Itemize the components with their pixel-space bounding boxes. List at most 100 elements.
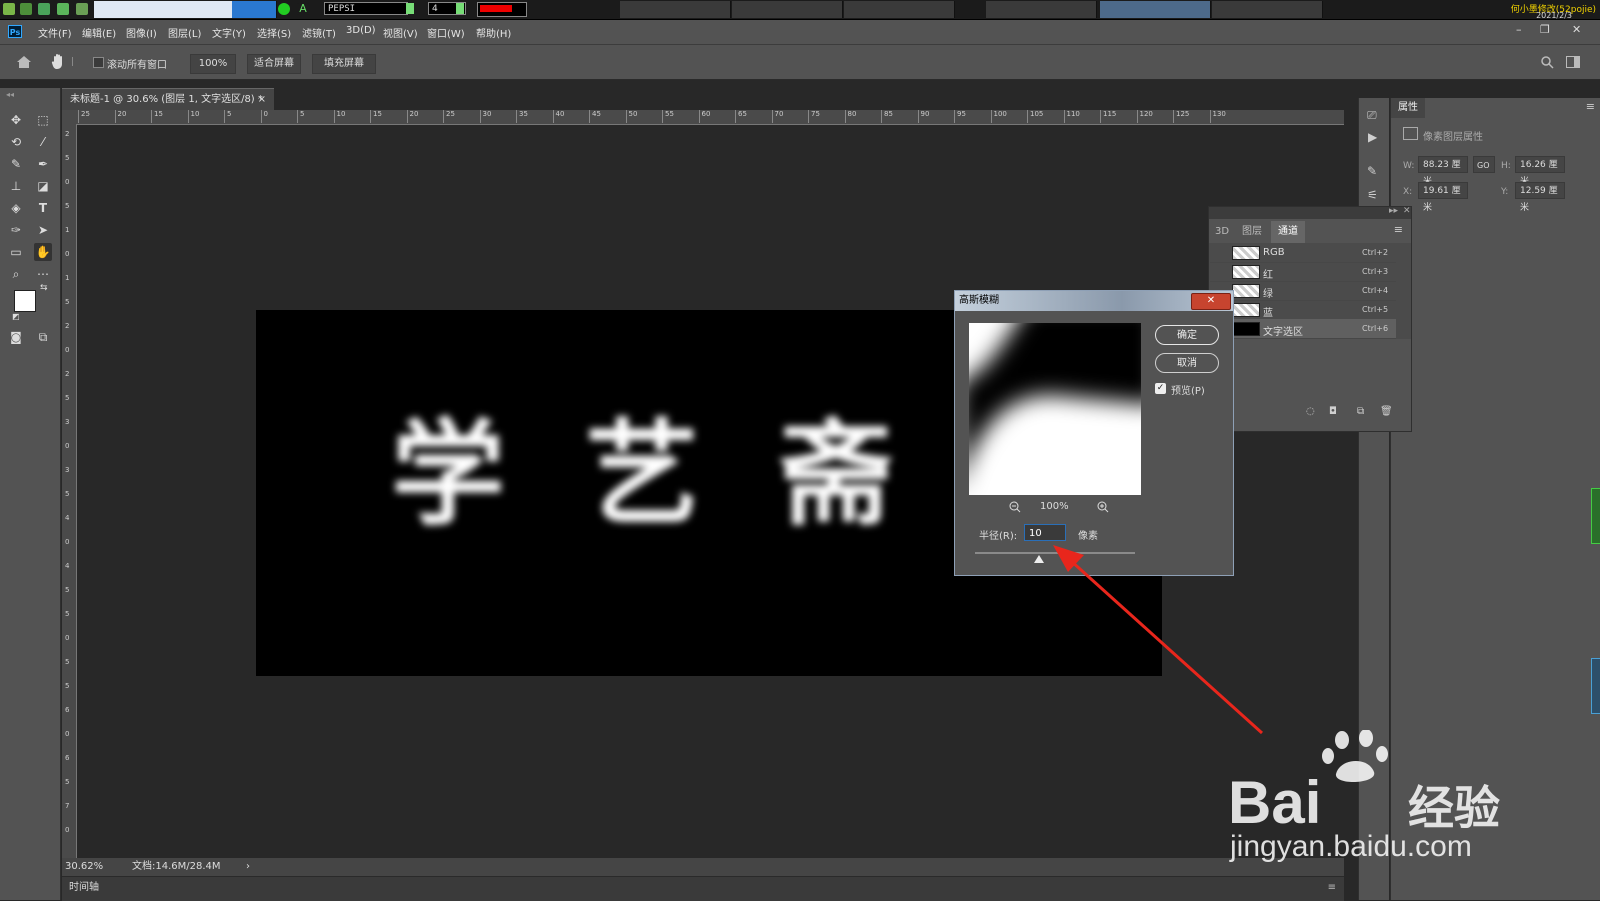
taskbar-app[interactable]	[1212, 1, 1323, 18]
chevron-down-icon[interactable]	[456, 3, 464, 14]
fit-screen-button[interactable]: 适合屏幕	[247, 54, 301, 74]
tab-layers[interactable]: 图层	[1235, 221, 1269, 243]
link-icon[interactable]: GO	[1473, 156, 1495, 173]
width-field[interactable]: 88.23 厘米	[1418, 156, 1468, 187]
list-item[interactable]: 蓝 Ctrl+5	[1210, 300, 1396, 320]
history-icon[interactable]: ⎚	[1367, 108, 1377, 123]
taskbar-app[interactable]	[94, 1, 233, 18]
collapse-icon[interactable]: ◂◂	[6, 90, 14, 99]
stamp-tool-icon[interactable]: ⊥	[7, 177, 25, 195]
menu-window[interactable]: 窗口(W)	[427, 25, 465, 40]
menu-view[interactable]: 视图(V)	[383, 25, 418, 40]
color-picker[interactable]	[477, 2, 527, 17]
tab-channels[interactable]: 通道	[1271, 221, 1305, 243]
type-tool-icon[interactable]: T	[34, 199, 52, 217]
scroll-all-checkbox[interactable]	[93, 57, 104, 68]
menu-3d[interactable]: 3D(D)	[346, 25, 376, 36]
zoom-out-icon[interactable]	[1009, 501, 1021, 513]
close-button[interactable]: ✕	[1572, 23, 1581, 36]
foreground-color[interactable]	[14, 290, 36, 312]
default-colors-icon[interactable]: ◩	[12, 312, 20, 321]
download-icon[interactable]	[38, 3, 50, 15]
radius-input[interactable]: 10	[1024, 524, 1066, 541]
zoom-in-icon[interactable]	[1097, 501, 1109, 513]
panel-menu-icon[interactable]: ≡	[1394, 223, 1403, 236]
radius-slider[interactable]	[975, 552, 1135, 563]
menu-select[interactable]: 选择(S)	[257, 25, 291, 40]
eraser-tool-icon[interactable]: ◪	[34, 177, 52, 195]
zoom-value[interactable]: 100%	[190, 54, 236, 74]
path-select-icon[interactable]: ➤	[34, 221, 52, 239]
blur-preview[interactable]	[969, 323, 1141, 495]
taskbar-app[interactable]	[1100, 1, 1211, 18]
move-tool-icon[interactable]: ✥	[7, 111, 25, 129]
list-item[interactable]: 文字选区 Ctrl+6	[1210, 319, 1396, 339]
text-input[interactable]: PEPSI	[324, 2, 408, 15]
home-icon[interactable]	[16, 55, 32, 69]
fill-tool-icon[interactable]: ◈	[7, 199, 25, 217]
document-tab[interactable]: 未标题-1 @ 30.6% (图层 1, 文字选区/8) * ×	[62, 88, 274, 110]
app-icon[interactable]	[20, 3, 32, 15]
load-selection-icon[interactable]: ◌	[1306, 406, 1315, 417]
scrollbar[interactable]	[1591, 658, 1600, 714]
list-item[interactable]: 绿 Ctrl+4	[1210, 281, 1396, 301]
close-icon[interactable]: ✕	[1403, 206, 1411, 216]
menu-help[interactable]: 帮助(H)	[476, 25, 511, 40]
save-selection-icon[interactable]: ◘	[1329, 406, 1337, 417]
panel-menu-icon[interactable]: ≡	[1328, 877, 1336, 899]
adjustments-icon[interactable]: ⚟	[1367, 188, 1378, 202]
menu-layer[interactable]: 图层(L)	[168, 25, 201, 40]
lasso-tool-icon[interactable]: ⟲	[7, 133, 25, 151]
more-tools-icon[interactable]: ⋯	[34, 265, 52, 283]
list-item[interactable]: RGB Ctrl+2	[1210, 243, 1396, 263]
ok-button[interactable]: 确定	[1155, 325, 1219, 345]
app-icon[interactable]	[3, 3, 15, 15]
timeline-label[interactable]: 时间轴	[69, 877, 99, 899]
taskbar-app[interactable]	[732, 1, 843, 18]
actions-play-icon[interactable]: ▶	[1368, 130, 1377, 144]
scrollbar[interactable]	[1591, 488, 1600, 544]
chevron-down-icon[interactable]	[406, 3, 414, 14]
hand-tool-icon[interactable]: ✋	[34, 243, 52, 261]
chevron-down-icon[interactable]	[72, 57, 77, 66]
quick-mask-icon[interactable]: ◙	[7, 328, 25, 346]
screen-mode-icon[interactable]: ⧉	[34, 328, 52, 346]
workspace-icon[interactable]	[1566, 56, 1580, 68]
search-icon[interactable]	[1541, 56, 1554, 69]
tab-3d[interactable]: 3D	[1211, 221, 1233, 243]
zoom-level[interactable]: 30.62%	[65, 858, 103, 876]
swap-colors-icon[interactable]: ⇆	[40, 283, 48, 293]
new-channel-icon[interactable]: ⧉	[1357, 406, 1364, 417]
save-icon[interactable]	[76, 3, 88, 15]
marquee-tool-icon[interactable]: ⬚	[34, 111, 52, 129]
panel-header[interactable]	[1209, 207, 1411, 219]
menu-type[interactable]: 文字(Y)	[212, 25, 246, 40]
status-menu-arrow[interactable]: ›	[246, 858, 250, 876]
tab-properties[interactable]: 属性	[1391, 98, 1425, 118]
menu-image[interactable]: 图像(I)	[126, 25, 157, 40]
panel-menu-icon[interactable]: ≡	[1586, 100, 1595, 113]
y-field[interactable]: 12.59 厘米	[1515, 182, 1565, 213]
trash-icon[interactable]: 🗑	[1380, 406, 1393, 417]
taskbar-app[interactable]	[844, 1, 955, 18]
close-icon[interactable]	[57, 3, 69, 15]
height-field[interactable]: 16.26 厘米	[1515, 156, 1565, 187]
brush-tool-icon[interactable]: ✒	[34, 155, 52, 173]
menu-file[interactable]: 文件(F)	[38, 25, 72, 40]
collapse-icon[interactable]: ▸▸	[1389, 206, 1398, 216]
magic-wand-icon[interactable]: ⁄	[34, 133, 52, 151]
shape-tool-icon[interactable]: ▭	[7, 243, 25, 261]
cancel-button[interactable]: 取消	[1155, 353, 1219, 373]
taskbar-app[interactable]	[620, 1, 731, 18]
dialog-close-button[interactable]: ✕	[1191, 293, 1231, 310]
menu-filter[interactable]: 滤镜(T)	[302, 25, 336, 40]
x-field[interactable]: 19.61 厘米	[1418, 182, 1468, 213]
taskbar-app[interactable]	[232, 1, 277, 18]
fill-screen-button[interactable]: 填充屏幕	[312, 54, 376, 74]
minimize-button[interactable]: –	[1516, 23, 1522, 36]
taskbar-app[interactable]	[986, 1, 1097, 18]
list-item[interactable]: 红 Ctrl+3	[1210, 262, 1396, 282]
zoom-tool-icon[interactable]: ⌕	[7, 265, 25, 283]
restore-button[interactable]: ❐	[1540, 23, 1550, 36]
close-tab-icon[interactable]: ×	[258, 89, 266, 111]
